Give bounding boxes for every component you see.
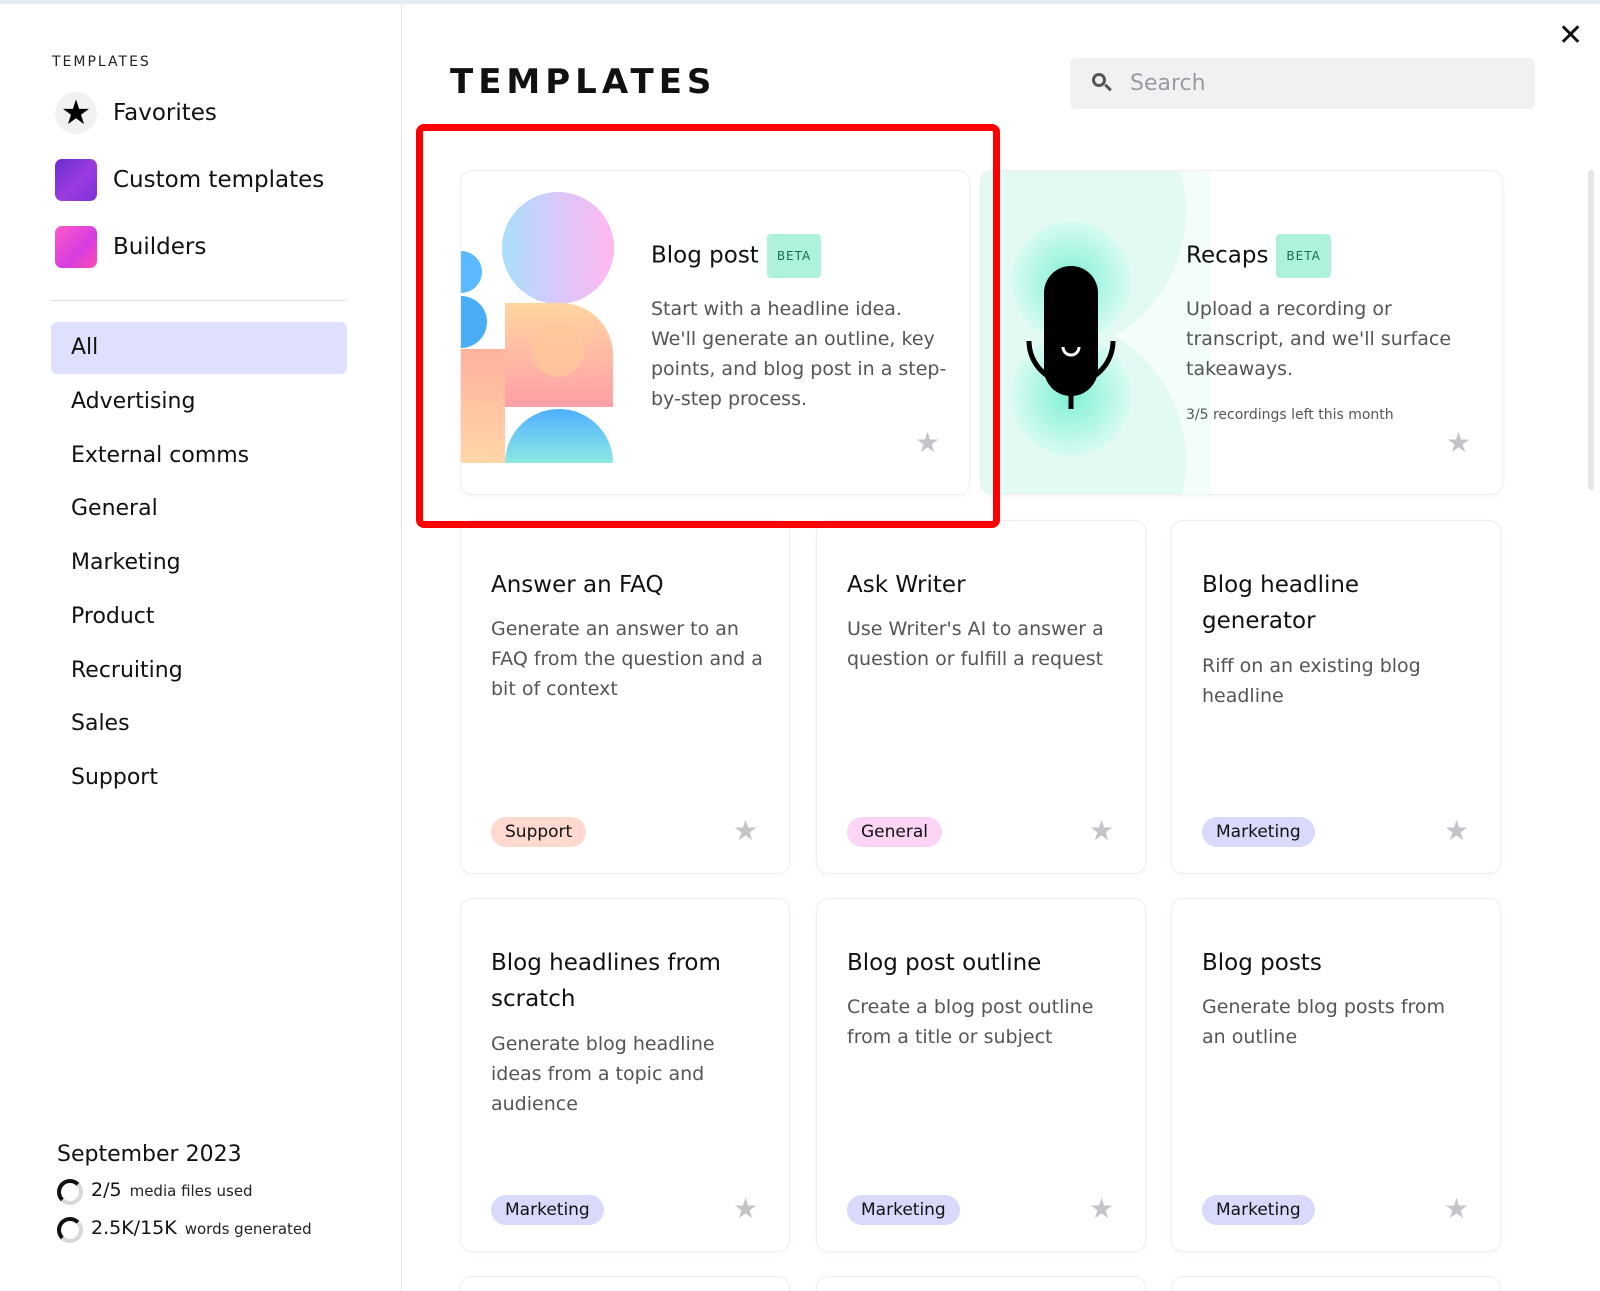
sidebar-item-label: Builders <box>113 234 207 260</box>
star-icon: ★ <box>55 92 97 134</box>
progress-ring-icon <box>57 1217 83 1243</box>
progress-ring-icon <box>57 1179 83 1205</box>
favorite-star-icon[interactable]: ★ <box>1444 817 1469 845</box>
template-title-text: Blog post <box>651 242 759 269</box>
scrollbar[interactable] <box>1588 170 1594 490</box>
template-title: Blog headline generator <box>1202 572 1360 634</box>
template-title: Blog post BETA <box>651 234 822 278</box>
sidebar-item-builders[interactable]: Builders <box>55 226 206 268</box>
search-icon <box>1090 71 1116 97</box>
template-title: Answer an FAQ <box>491 572 664 598</box>
category-marketing[interactable]: Marketing <box>51 537 347 589</box>
favorite-star-icon[interactable]: ★ <box>1446 429 1471 457</box>
category-tag: Marketing <box>1202 1195 1315 1225</box>
template-card[interactable]: Ask Writer Use Writer's AI to answer a q… <box>816 520 1146 874</box>
category-sales[interactable]: Sales <box>51 698 347 750</box>
sidebar-item-label: Custom templates <box>113 167 325 193</box>
template-title: Blog posts <box>1202 950 1322 976</box>
favorite-star-icon[interactable]: ★ <box>1089 817 1114 845</box>
template-title: Blog headlines from scratch <box>491 950 721 1012</box>
category-tag: Marketing <box>1202 817 1315 847</box>
usage-period: September 2023 <box>57 1142 242 1167</box>
words-usage-value: 2.5K/15K <box>91 1217 177 1239</box>
template-card-partial[interactable] <box>1171 1276 1501 1291</box>
recaps-illustration <box>981 171 1211 494</box>
category-product[interactable]: Product <box>51 591 347 643</box>
template-card[interactable]: Blog headlines from scratch Generate blo… <box>460 898 790 1252</box>
template-card-recaps[interactable]: Recaps BETA Upload a recording or transcr… <box>980 170 1503 495</box>
media-usage-value: 2/5 <box>91 1179 122 1201</box>
category-recruiting[interactable]: Recruiting <box>51 645 347 697</box>
favorite-star-icon[interactable]: ★ <box>733 1195 758 1223</box>
media-usage-row: 2/5 media files used <box>57 1179 312 1205</box>
category-tag: General <box>847 817 942 847</box>
template-title: Blog post outline <box>847 950 1042 976</box>
template-description: Generate an answer to an FAQ from the qu… <box>491 618 763 700</box>
custom-templates-icon <box>55 159 97 201</box>
template-card-partial[interactable] <box>460 1276 790 1291</box>
favorite-star-icon[interactable]: ★ <box>1444 1195 1469 1223</box>
beta-badge: BETA <box>1276 234 1331 278</box>
sidebar: TEMPLATES ★ Favorites Custom templates B… <box>0 4 402 1291</box>
search-input[interactable] <box>1130 71 1510 96</box>
sidebar-item-favorites[interactable]: ★ Favorites <box>55 92 217 134</box>
template-title-text: Recaps <box>1186 242 1269 269</box>
category-tag: Support <box>491 817 587 847</box>
words-usage-label: words generated <box>184 1220 312 1238</box>
category-all[interactable]: All <box>51 322 347 374</box>
template-card[interactable]: Answer an FAQ Generate an answer to an F… <box>460 520 790 874</box>
template-description: Generate blog headline ideas from a topi… <box>491 1033 715 1115</box>
template-card-partial[interactable] <box>816 1276 1146 1291</box>
template-card-blog-post[interactable]: Blog post BETA Start with a headline idea… <box>460 170 970 495</box>
template-title: Recaps BETA <box>1186 234 1331 278</box>
sidebar-item-custom-templates[interactable]: Custom templates <box>55 159 324 201</box>
template-card[interactable]: Blog posts Generate blog posts from an o… <box>1171 898 1501 1252</box>
words-usage-row: 2.5K/15K words generated <box>57 1217 312 1243</box>
category-advertising[interactable]: Advertising <box>51 376 347 428</box>
template-title: Ask Writer <box>847 572 966 598</box>
template-description: Use Writer's AI to answer a question or … <box>847 618 1104 670</box>
template-description: Generate blog posts from an outline <box>1202 996 1446 1048</box>
template-description: Start with a headline idea. We'll genera… <box>651 298 947 410</box>
sidebar-caption: TEMPLATES <box>52 54 151 70</box>
template-description: Upload a recording or transcript, and we… <box>1186 298 1452 380</box>
category-external-comms[interactable]: External comms <box>51 430 347 482</box>
sidebar-item-label: Favorites <box>113 100 217 126</box>
close-icon[interactable]: ✕ <box>1558 21 1583 51</box>
template-description: Create a blog post outline from a title … <box>847 996 1094 1048</box>
category-support[interactable]: Support <box>51 752 347 804</box>
page-title: TEMPLATES <box>450 62 717 102</box>
category-tag: Marketing <box>491 1195 604 1225</box>
template-card[interactable]: Blog headline generator Riff on an exist… <box>1171 520 1501 874</box>
favorite-star-icon[interactable]: ★ <box>733 817 758 845</box>
beta-badge: BETA <box>766 234 822 278</box>
favorite-star-icon[interactable]: ★ <box>915 429 940 457</box>
category-general[interactable]: General <box>51 483 347 535</box>
favorite-star-icon[interactable]: ★ <box>1089 1195 1114 1223</box>
media-usage-label: media files used <box>129 1182 253 1200</box>
template-description: Riff on an existing blog headline <box>1202 655 1421 707</box>
blog-post-illustration <box>461 192 614 463</box>
search-bar <box>1070 58 1535 109</box>
sidebar-divider <box>51 300 347 301</box>
template-card[interactable]: Blog post outline Create a blog post out… <box>816 898 1146 1252</box>
recordings-left-note: 3/5 recordings left this month <box>1186 407 1394 423</box>
category-tag: Marketing <box>847 1195 960 1225</box>
usage-summary: September 2023 2/5 media files used 2.5K… <box>57 1142 312 1255</box>
builders-icon <box>55 226 97 268</box>
